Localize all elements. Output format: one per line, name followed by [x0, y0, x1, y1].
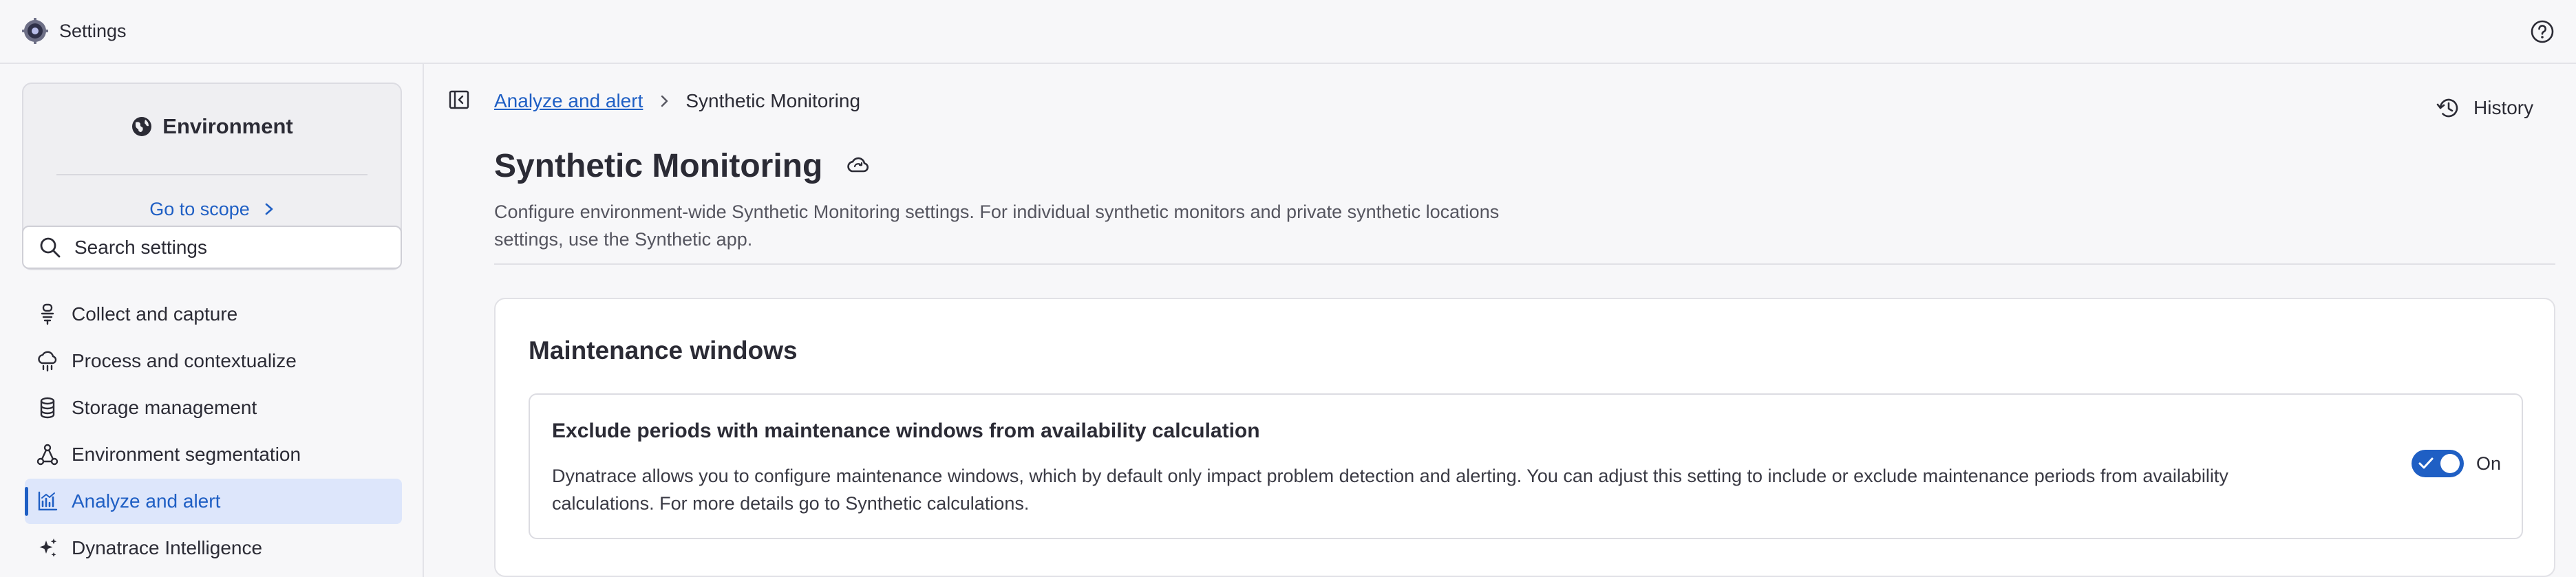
settings-gear-logo-icon: [21, 17, 49, 45]
sidebar-item-label: Collect and capture: [72, 303, 238, 325]
environment-header: Environment: [23, 113, 401, 140]
section-title: Maintenance windows: [529, 336, 798, 364]
sidebar-item-environment-segmentation[interactable]: Environment segmentation: [25, 432, 402, 477]
history-icon: [2435, 94, 2462, 122]
capture-icon: [36, 303, 59, 326]
help-circle-icon[interactable]: [2529, 19, 2555, 45]
sidebar-item-label: Process and contextualize: [72, 350, 297, 371]
app-title: Settings: [59, 21, 127, 41]
segmentation-icon: [36, 443, 59, 466]
exclude-maintenance-toggle[interactable]: On: [2411, 450, 2501, 477]
top-bar: Settings: [0, 0, 2576, 64]
breadcrumb-link-analyze-and-alert[interactable]: Analyze and alert: [494, 90, 643, 112]
search-icon: [39, 236, 62, 259]
search-input[interactable]: [73, 235, 392, 259]
page-description: Configure environment-wide Synthetic Mon…: [494, 202, 1500, 250]
check-icon: [2418, 455, 2434, 472]
toggle-switch[interactable]: [2411, 450, 2464, 477]
sidebar-item-dynatrace-intelligence[interactable]: Dynatrace Intelligence: [25, 525, 402, 571]
chevron-right-icon: [264, 202, 275, 216]
toggle-state-label: On: [2476, 453, 2501, 474]
sparkle-icon: [36, 536, 59, 560]
environment-title: Environment: [162, 114, 293, 138]
database-icon: [36, 396, 59, 420]
chevron-right-icon: [657, 94, 672, 109]
breadcrumb: Analyze and alert Synthetic Monitoring: [494, 87, 860, 115]
setting-description: Dynatrace allows you to configure mainte…: [552, 466, 2228, 514]
collapse-sidebar-icon[interactable]: [447, 88, 471, 111]
sidebar-item-analyze-and-alert[interactable]: Analyze and alert: [25, 479, 402, 524]
search-settings-box[interactable]: [22, 226, 402, 269]
sidebar-item-collect-and-capture[interactable]: Collect and capture: [25, 292, 402, 337]
cloud-sync-icon[interactable]: [844, 152, 872, 179]
sidebar-item-label: Environment segmentation: [72, 444, 301, 465]
history-label: History: [2473, 97, 2534, 118]
sidebar: Environment Go to scope Search settings …: [0, 64, 424, 577]
sidebar-item-storage-management[interactable]: Storage management: [25, 385, 402, 431]
breadcrumb-current: Synthetic Monitoring: [685, 90, 861, 111]
cloud-process-icon: [36, 349, 59, 373]
sidebar-item-label: Storage management: [72, 397, 257, 418]
sidebar-item-label: Analyze and alert: [72, 490, 221, 512]
toggle-knob: [2440, 454, 2460, 473]
globe-icon: [131, 116, 153, 138]
chart-alert-icon: [36, 490, 59, 513]
divider: [494, 263, 2555, 265]
go-to-scope-label: Go to scope: [149, 198, 250, 219]
setting-title: Exclude periods with maintenance windows…: [552, 420, 1260, 442]
sidebar-item-label: Dynatrace Intelligence: [72, 537, 263, 558]
exclude-maintenance-setting: Exclude periods with maintenance windows…: [529, 393, 2523, 539]
maintenance-windows-section: Maintenance windows Exclude periods with…: [494, 298, 2555, 577]
settings-nav: Collect and capture Process and contextu…: [25, 292, 402, 572]
sidebar-item-process-and-contextualize[interactable]: Process and contextualize: [25, 338, 402, 384]
history-button[interactable]: History: [2435, 92, 2533, 124]
page-header: Synthetic Monitoring: [494, 144, 872, 187]
page-title: Synthetic Monitoring: [494, 147, 823, 184]
